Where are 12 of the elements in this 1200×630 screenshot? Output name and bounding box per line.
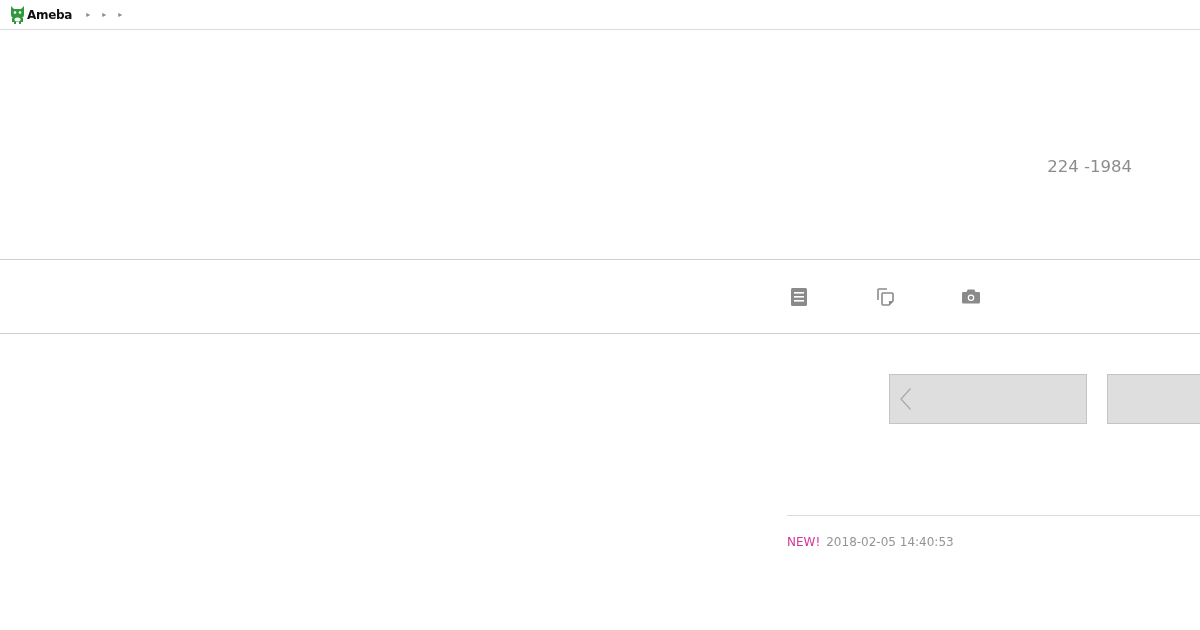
logo-text[interactable]: Ameba	[27, 7, 73, 22]
caret-icon[interactable]: ▸	[102, 9, 107, 20]
caret-icon[interactable]: ▸	[118, 9, 123, 20]
new-label: NEW!	[787, 535, 821, 549]
monster-logo-icon	[10, 5, 25, 24]
chevron-left-icon	[900, 388, 911, 410]
camera-icon[interactable]	[962, 288, 980, 305]
list-icon[interactable]	[791, 287, 807, 306]
profile-text: 224 -1984	[1047, 157, 1132, 177]
copy-icon[interactable]	[876, 287, 894, 306]
caret-icon[interactable]: ▸	[86, 9, 91, 20]
date-text: 2018-02-05 14:40:53	[826, 535, 954, 549]
